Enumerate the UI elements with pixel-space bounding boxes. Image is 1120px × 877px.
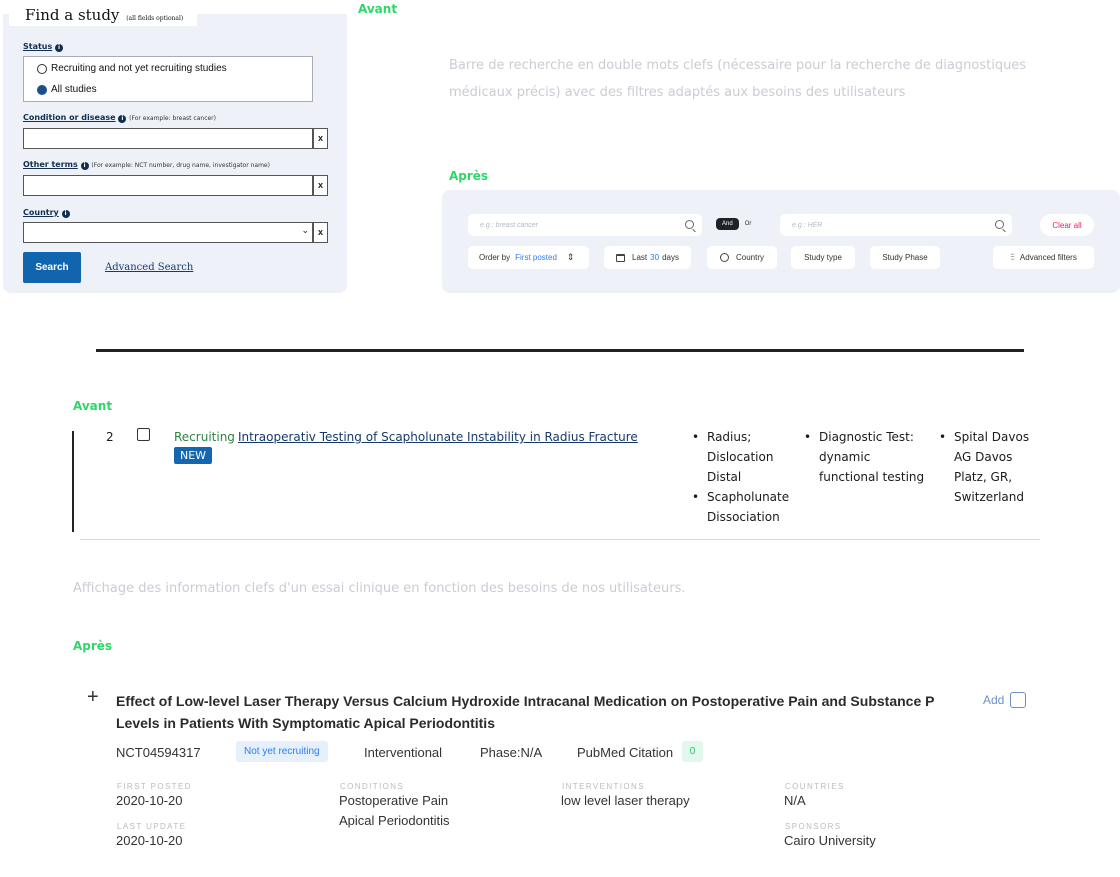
row-index: 2 (106, 430, 114, 444)
radio-selected[interactable] (37, 84, 47, 95)
locations-list: Spital Davos AG Davos Platz, GR, Switzer… (939, 427, 1047, 507)
add-label: Add (983, 693, 1005, 707)
pubmed-label: PubMed Citation (577, 745, 674, 760)
info-icon: i (55, 44, 64, 52)
phase: Phase:N/A (480, 745, 543, 760)
sponsors-label: SPONSORS (785, 822, 842, 831)
new-badge: NEW (174, 447, 213, 464)
recruiting-status: Recruiting (174, 430, 235, 444)
row-left-border (72, 431, 74, 532)
keyword-input-1[interactable]: e.g.: breast cancer (468, 214, 702, 236)
row-checkbox[interactable] (137, 428, 150, 441)
info-icon: i (80, 162, 89, 170)
list-item: Spital Davos AG Davos Platz, GR, Switzer… (939, 427, 1047, 507)
status-radio-group: Recruiting and not yet recruiting studie… (23, 56, 313, 102)
study-title[interactable]: Effect of Low-level Laser Therapy Versus… (116, 690, 956, 734)
list-item: Scapholunate Dissociation (692, 487, 792, 527)
status-badge: Not yet recruiting (236, 741, 328, 762)
first-posted-value: 2020-10-20 (116, 793, 183, 808)
first-posted-label: FIRST POSTED (117, 782, 192, 791)
conditions-label: CONDITIONS (340, 782, 405, 791)
or-option[interactable]: Or (739, 218, 758, 230)
add-checkbox[interactable] (1010, 692, 1026, 708)
sort-chevron-icon: ⇕ (566, 252, 575, 262)
section-divider (96, 349, 1024, 352)
condition-item: Apical Periodontitis (339, 813, 450, 828)
date-range-filter[interactable]: Last 30 days (604, 246, 691, 269)
other-terms-input[interactable] (23, 175, 313, 196)
search-icon (995, 220, 1004, 229)
label-before-result: Avant (73, 399, 113, 413)
calendar-icon (616, 253, 626, 262)
label-after-search: Après (449, 169, 489, 183)
interventions-list: Diagnostic Test: dynamic functional test… (804, 427, 930, 487)
status-option-all[interactable]: All studies (37, 84, 97, 95)
new-search-panel (442, 190, 1120, 293)
country-clear-button[interactable]: x (313, 222, 328, 243)
row-separator (80, 539, 1040, 540)
old-search-form: Find a study (all fields optional) Statu… (3, 2, 347, 293)
label-before-search: Avant (358, 2, 398, 16)
label-after-result: Après (73, 639, 113, 653)
study-type: Interventional (364, 745, 443, 760)
country-select[interactable]: ⌄ (23, 222, 313, 243)
info-icon: i (118, 115, 127, 123)
study-type-filter[interactable]: Study type (791, 246, 855, 269)
sliders-icon: ⫶⫶⫶ (1010, 252, 1015, 262)
keyword-input-2[interactable]: e.g.: HER (780, 214, 1012, 236)
chevron-down-icon: ⌄ (301, 226, 309, 236)
conditions-list: Radius; Dislocation Distal Scapholunate … (692, 427, 792, 527)
condition-input[interactable] (23, 128, 313, 149)
country-filter[interactable]: Country (707, 246, 777, 269)
status-label: Status i (23, 42, 64, 52)
search-icon (685, 220, 694, 229)
other-terms-clear-button[interactable]: x (313, 175, 328, 196)
expand-plus-icon[interactable]: + (87, 686, 99, 709)
globe-icon (719, 253, 729, 262)
and-or-toggle[interactable]: And Or (716, 218, 757, 230)
countries-label: COUNTRIES (785, 782, 845, 791)
form-title: Find a study (all fields optional) (9, 2, 198, 26)
condition-label: Condition or disease i (For example: bre… (23, 113, 216, 123)
info-icon: i (61, 210, 70, 218)
interventions-label: INTERVENTIONS (562, 782, 645, 791)
search-button[interactable]: Search (23, 252, 81, 283)
search-description: Barre de recherche en double mots clefs … (449, 58, 1027, 100)
country-label: Country i (23, 208, 70, 218)
result-description: Affichage des information clefs d'un ess… (73, 581, 686, 596)
clear-all-button[interactable]: Clear all (1040, 214, 1094, 236)
and-option[interactable]: And (716, 218, 739, 230)
condition-clear-button[interactable]: x (313, 128, 328, 149)
intervention-item: low level laser therapy (561, 793, 690, 808)
condition-item: Postoperative Pain (339, 793, 449, 808)
advanced-filters-button[interactable]: ⫶⫶⫶ Advanced filters (993, 246, 1094, 269)
order-by-dropdown[interactable]: Order by First posted ⇕ (468, 246, 589, 269)
pubmed-count-badge: 0 (682, 741, 703, 762)
advanced-search-link[interactable]: Advanced Search (105, 262, 193, 273)
list-item: Radius; Dislocation Distal (692, 427, 792, 487)
list-item: Diagnostic Test: dynamic functional test… (804, 427, 930, 487)
nct-id: NCT04594317 (116, 745, 201, 760)
study-title-link[interactable]: Intraoperativ Testing of Scapholunate In… (238, 427, 638, 447)
sponsors-value: Cairo University (784, 833, 876, 848)
last-update-value: 2020-10-20 (116, 833, 183, 848)
status-option-recruiting[interactable]: Recruiting and not yet recruiting studie… (37, 63, 227, 74)
countries-value: N/A (784, 793, 806, 808)
study-phase-filter[interactable]: Study Phase (870, 246, 940, 269)
radio-unselected[interactable] (37, 63, 47, 74)
other-terms-label: Other terms i (For example: NCT number, … (23, 160, 270, 170)
last-update-label: LAST UPDATE (117, 822, 187, 831)
